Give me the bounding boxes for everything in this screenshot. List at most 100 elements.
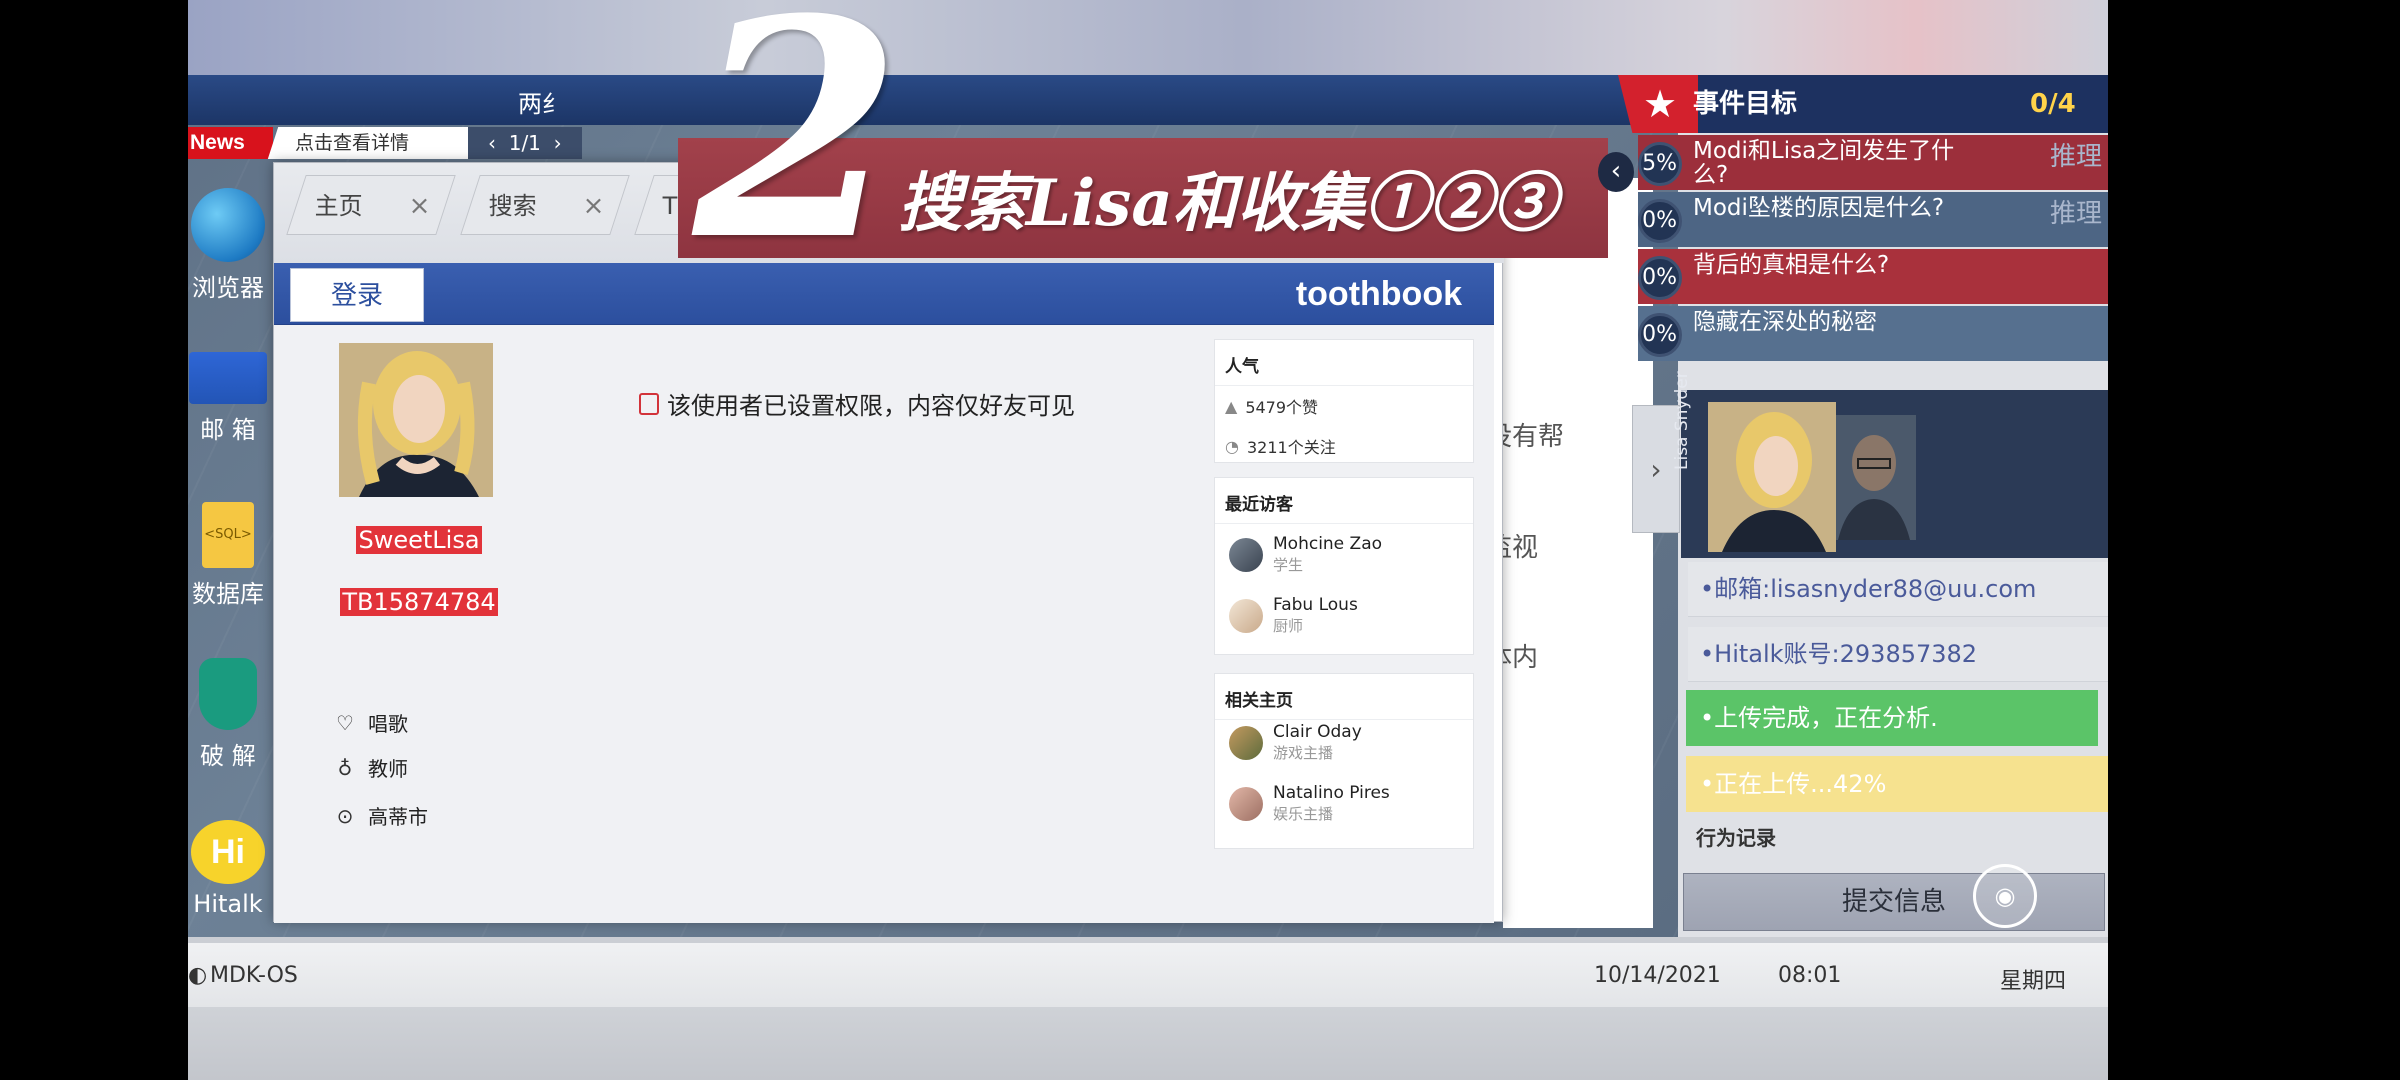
lisa-portrait [339,343,493,497]
suspect-name: Lisa Snyder [1672,371,1692,470]
person-role: 厨师 [1273,617,1304,635]
bottom-blur-band [188,1007,2108,1080]
lisa-portrait [1708,402,1836,552]
profile-id: TB15874784 [340,588,498,616]
desktop-icon-label: 破 解 [200,742,256,770]
news-pager[interactable]: ‹ 1/1 › [468,127,582,159]
submit-info-button[interactable]: 提交信息 [1683,873,2105,931]
desktop-icon-database[interactable]: <SQL> 数据库 [188,502,268,609]
deduce-button[interactable]: 推理 [2050,144,2102,170]
desktop-icon-hitalk[interactable]: Hi Hitalk [188,820,268,918]
collapse-panel-button[interactable]: ‹ [1598,152,1634,192]
thumbs-up-icon: ▲ [1225,396,1238,416]
news-label: News [188,127,273,159]
tab-label: 搜索 [488,192,537,220]
behavior-log-heading: 行为记录 [1696,826,1776,850]
suspect-hitalk: •Hitalk账号:293857382 [1688,627,2108,682]
person-name: Fabu Lous [1273,595,1358,615]
objective-text: 背后的真相是什么? [1693,252,1890,278]
objective-item[interactable]: 5% Modi和Lisa之间发生了什么? 推理 [1638,135,2108,190]
objective-item[interactable]: 0% 背后的真相是什么? [1638,249,2108,304]
person-name: Mohcine Zao [1273,534,1383,554]
profile-city: ⊙ 高蒂市 [336,801,428,830]
likes-text: 5479个赞 [1245,398,1319,417]
eye-icon[interactable]: ◉ [1973,864,2037,928]
suspect-photo-secondary [1828,415,1916,540]
os-name: MDK-OS [210,963,298,988]
desktop-icon-label: 浏览器 [192,274,264,302]
prev-icon[interactable]: ‹ [488,131,496,155]
list-item[interactable]: Fabu Lous 厨师 [1215,585,1473,646]
top-blur-band [188,0,2108,75]
person-role: 娱乐主播 [1273,805,1334,823]
upload-complete-status: •上传完成，正在分析. [1686,690,2098,746]
card-title: 人气 [1215,340,1473,386]
upload-progress-status: •正在上传...42% [1686,756,2108,812]
login-button[interactable]: 登录 [290,268,424,322]
next-icon[interactable]: › [554,131,562,155]
avatar [339,343,493,497]
recent-visitors-card: 最近访客 Mohcine Zao 学生 Fabu Lous 厨师 [1214,477,1474,655]
objectives-count: 0/4 [2030,89,2076,119]
tab-home[interactable]: 主页 × [286,175,456,236]
card-title: 最近访客 [1215,478,1473,524]
news-ticker-bar [188,75,1748,125]
rss-icon: ◔ [1225,436,1239,456]
deduce-button[interactable]: 推理 [2050,201,2102,227]
game-screen: 两纟 News 点击查看详情 ‹ 1/1 › 浏览器 邮 箱 <SQL> 数据库… [188,0,2108,1080]
desktop-icon-crack[interactable]: 破 解 [188,658,268,771]
desktop-icon-label: 邮 箱 [200,416,256,444]
location-pin-icon: ⊙ [336,803,354,828]
list-item[interactable]: Natalino Pires 娱乐主播 [1215,773,1473,834]
profile-name: SweetLisa [356,526,482,554]
city-text: 高蒂市 [368,805,428,829]
popularity-card: 人气 ▲ 5479个赞 ◔ 3211个关注 [1214,339,1474,463]
close-icon[interactable]: × [583,176,605,236]
objective-progress: 5% [1638,142,1682,186]
avatar [1229,537,1263,572]
close-icon[interactable]: × [409,176,431,236]
objective-text: 隐藏在深处的秘密 [1693,309,1877,335]
star-icon: ★ [1643,82,1678,126]
job-text: 教师 [368,757,408,781]
person-role: 游戏主播 [1273,744,1334,762]
keyhole-shield-icon [199,658,257,730]
objective-text: Modi坠楼的原因是什么? [1693,195,1945,221]
taskbar-date: 10/14/2021 [1594,963,1721,988]
man-portrait [1828,415,1916,540]
objective-text: Modi和Lisa之间发生了什么? [1693,138,1955,188]
objective-progress: 0% [1638,313,1682,357]
list-item[interactable]: Clair Oday 游戏主播 [1215,720,1473,773]
mail-icon [189,352,267,404]
suspect-email: •邮箱:lisasnyder88@uu.com [1688,562,2108,617]
objective-progress: 0% [1638,199,1682,243]
desktop-icon-browser[interactable]: 浏览器 [188,188,268,303]
news-headline: 两纟 [518,90,566,118]
overlay-title: 搜索Lisa和收集①②③ [898,166,1557,241]
objectives-title: 事件目标 [1693,89,1798,119]
privacy-text: 该使用者已设置权限，内容仅好友可见 [667,392,1075,420]
objective-item[interactable]: 0% Modi坠楼的原因是什么? 推理 [1638,192,2108,247]
brand-logo: toothbook [1295,275,1462,313]
globe-icon [191,188,265,262]
news-detail-label: 点击查看详情 [295,132,410,154]
follows-row: ◔ 3211个关注 [1215,426,1473,466]
profile-id-wrap: TB15874784 [274,587,564,617]
sql-file-icon: <SQL> [202,502,254,568]
os-menu-icon[interactable]: ◐ [188,963,207,988]
person-name: Clair Oday [1273,722,1362,742]
avatar [1229,725,1263,760]
hitalk-icon: Hi [191,820,265,884]
objective-item[interactable]: 0% 隐藏在深处的秘密 [1638,306,2108,361]
desktop-icon-label: 数据库 [192,580,264,608]
tab-search[interactable]: 搜索 × [460,175,630,236]
tie-icon: ♁ [337,755,353,780]
avatar [1229,598,1263,633]
news-detail-button[interactable]: 点击查看详情 [267,127,489,159]
list-item[interactable]: Mohcine Zao 学生 [1215,524,1473,585]
desktop-icon-mail[interactable]: 邮 箱 [188,340,268,445]
tab-label: T [662,192,678,220]
profile-job: ♁ 教师 [336,753,408,782]
desktop-icon-label: Hitalk [193,890,263,918]
heart-icon: ♡ [336,710,354,735]
